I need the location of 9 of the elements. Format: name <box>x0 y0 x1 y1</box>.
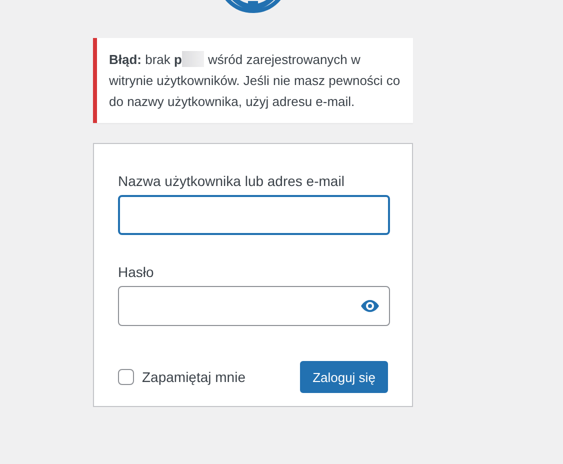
remember-label: Zapamiętaj mnie <box>142 369 246 385</box>
login-button[interactable]: Zaloguj się <box>300 361 388 393</box>
eye-icon[interactable] <box>361 300 379 312</box>
password-label: Hasło <box>118 263 155 282</box>
remember-checkbox[interactable] <box>118 369 134 385</box>
username-label: Nazwa użytkownika lub adres e-mail <box>118 172 346 191</box>
error-message: Błąd: brak p wśród zarejestrowanych w witrynie użytkowników. Jeśli nie masz pewności co do nazwy użytkownika, użyj adresu e-mail. <box>109 50 401 111</box>
password-field[interactable] <box>118 286 390 326</box>
username-field[interactable] <box>118 195 390 235</box>
